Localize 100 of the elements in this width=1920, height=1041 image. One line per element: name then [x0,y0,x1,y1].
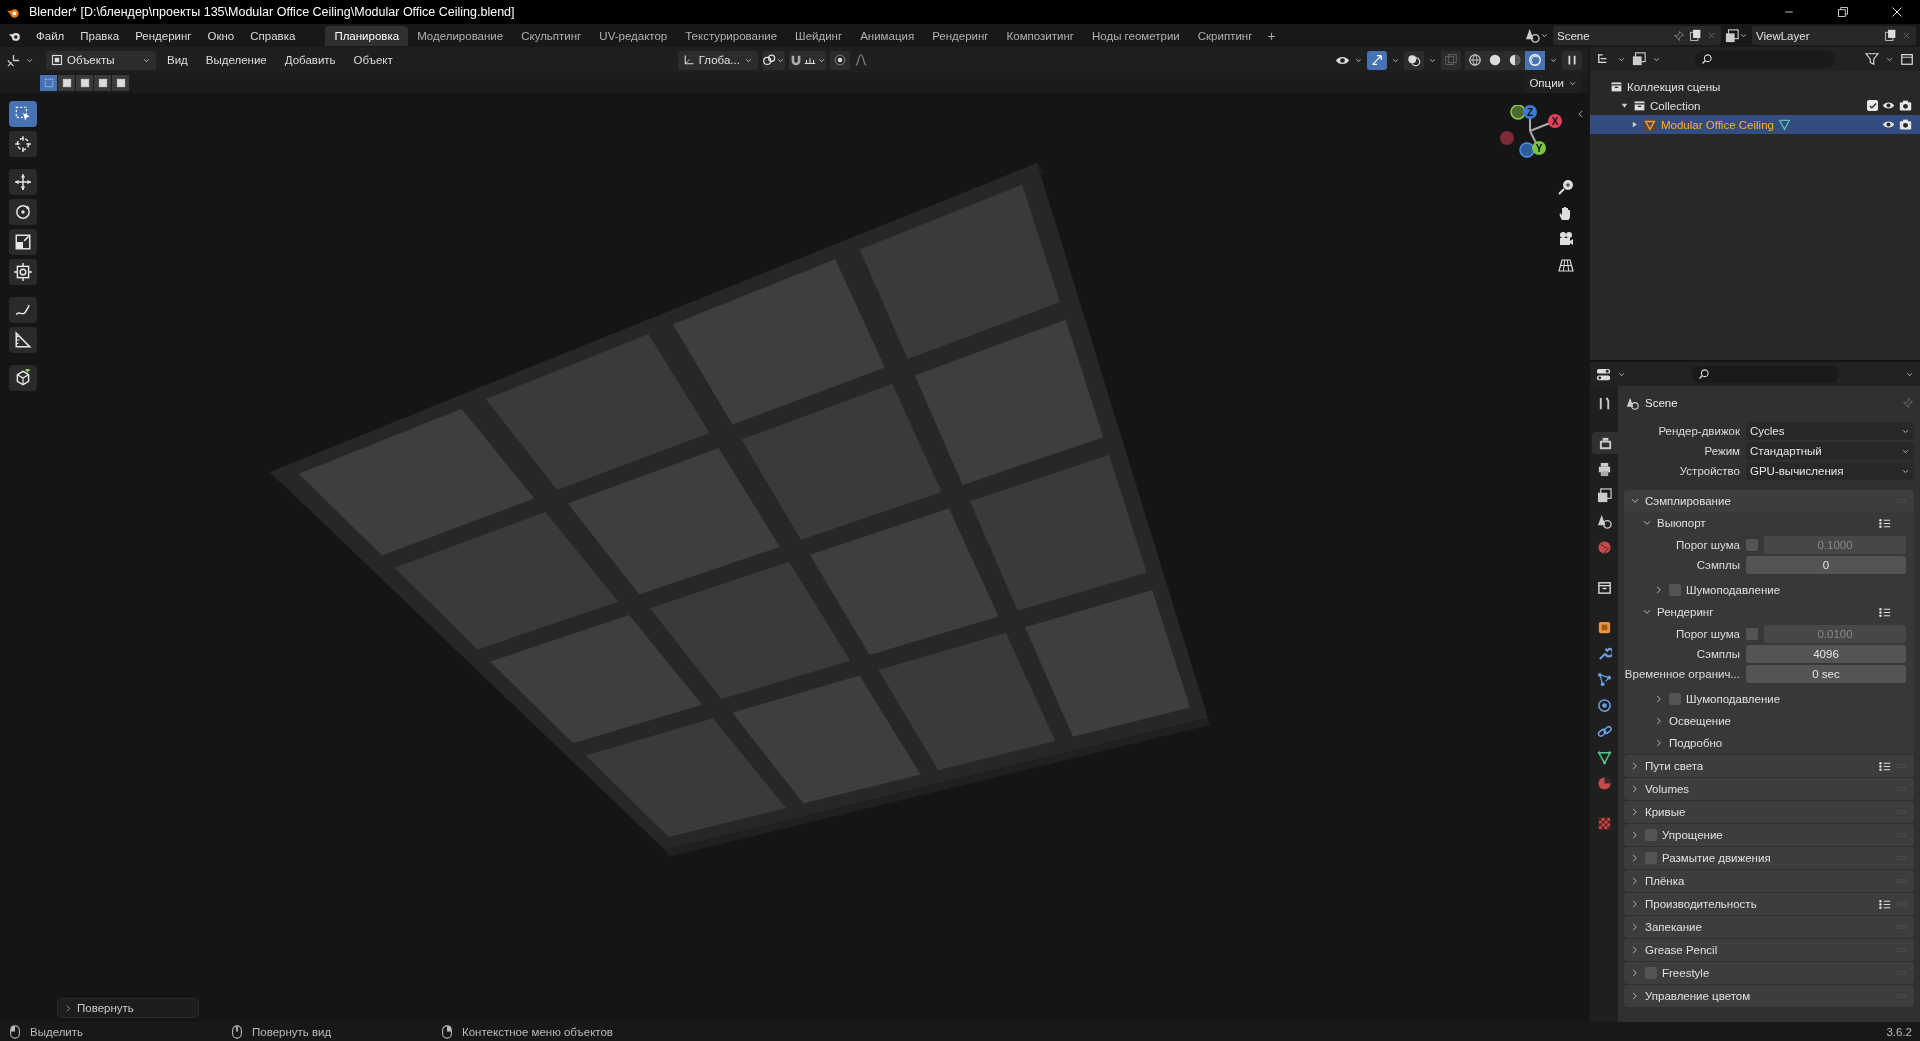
chevron-down-icon[interactable] [1630,496,1640,506]
number-field[interactable]: 4096 [1746,645,1906,663]
view-layer-icon[interactable] [1632,52,1646,66]
panel-title[interactable]: Шумоподавление [1686,693,1781,705]
view-layer-selector[interactable]: ViewLayer [1752,26,1916,45]
presets-list-icon[interactable] [1878,759,1891,773]
workspace-tab[interactable]: Анимация [851,25,924,46]
selected-row[interactable]: Modular Office Ceiling [1590,115,1920,134]
checkbox[interactable] [1867,100,1878,111]
panel-title[interactable]: Управление цветом [1645,990,1751,1002]
workspace-tab[interactable]: Планировка [325,25,409,46]
snap-button[interactable] [788,50,826,70]
chevron-right-icon[interactable] [1630,968,1640,978]
selection-mode-button[interactable] [76,75,93,91]
chevron-right-icon[interactable] [1630,922,1640,932]
menu-item[interactable]: Правка [72,29,128,42]
editor-type-icon[interactable] [6,52,21,68]
panel-header[interactable]: Производительность [1624,893,1914,915]
dropdown[interactable]: GPU-вычисления [1746,462,1914,480]
last-operator-panel[interactable]: Повернуть [57,998,199,1018]
chevron-right-icon[interactable] [1654,585,1664,595]
tool-button[interactable] [9,169,37,195]
workspace-tab[interactable]: Рендеринг [923,25,998,46]
workspace-tab[interactable]: Текстурирование [676,25,787,46]
tool-button[interactable] [9,327,37,353]
panel-title[interactable]: Запекание [1645,921,1702,933]
checkbox[interactable] [1669,584,1681,596]
expanded-arrow-icon[interactable] [1620,101,1629,110]
chevron-right-icon[interactable] [1654,738,1664,748]
menu-item[interactable]: Объект [346,54,400,66]
panel-header[interactable]: Освещение [1624,710,1914,732]
collapsed-arrow-icon[interactable] [1630,120,1639,129]
tree-label[interactable]: Collection [1650,99,1701,112]
new-collection-icon[interactable] [1900,52,1914,66]
eye-icon[interactable] [1882,118,1895,131]
tool-button[interactable] [9,365,37,391]
panel-title[interactable]: Выюпорт [1657,517,1706,529]
workspace-tab[interactable]: UV-редактор [590,25,677,46]
presets-list-icon[interactable] [1878,516,1891,530]
falloff-curve-icon[interactable] [853,53,868,67]
panel-header[interactable]: Рендеринг [1624,601,1914,623]
properties-editor-icon[interactable] [1596,366,1611,382]
add-workspace-button[interactable]: + [1261,27,1282,44]
menu-item[interactable]: Файл [28,29,73,42]
eye-icon[interactable] [1882,99,1895,112]
selection-mode-button[interactable] [112,75,129,91]
panel-title[interactable]: Упрощение [1662,829,1723,841]
panel-title[interactable]: Freestyle [1662,967,1710,979]
menu-item[interactable]: Окно [199,29,243,42]
panel-header[interactable]: Кривые [1624,801,1914,823]
overlays-toggle[interactable] [1404,50,1424,70]
tool-button[interactable] [9,131,37,157]
panel-title[interactable]: Шумоподавление [1686,584,1781,596]
tree-row[interactable]: Collection [1590,96,1920,115]
panel-title[interactable]: Рендеринг [1657,606,1714,618]
number-field[interactable]: 0 sec [1746,665,1906,683]
dropdown[interactable]: Cycles [1746,422,1914,440]
gizmo-toggle[interactable] [1367,50,1387,70]
panel-header[interactable]: Размытие движения [1624,847,1914,869]
chevron-right-icon[interactable] [1630,830,1640,840]
chevron-right-icon[interactable] [1630,784,1640,794]
orientation-dropdown[interactable]: Глоба... [677,50,758,70]
menu-item[interactable]: Справка [242,29,304,42]
navigation-gizmo[interactable]: Z X Y [1496,105,1580,167]
tool-button[interactable] [9,229,37,255]
selection-mode-button[interactable] [58,75,75,91]
panel-title[interactable]: Размытие движения [1662,852,1771,864]
number-field[interactable]: 0 [1746,556,1906,574]
panel-title[interactable]: Пути света [1645,760,1704,772]
filter-icon[interactable] [1865,52,1879,66]
panel-header[interactable]: Сэмплирование [1624,490,1914,512]
panel-header[interactable]: Плёнка [1624,870,1914,892]
panel-title[interactable]: Освещение [1669,715,1731,727]
chevron-right-icon[interactable] [1630,761,1640,771]
dropdown[interactable]: Стандартный [1746,442,1914,460]
proportional-edit-button[interactable] [829,50,850,70]
tool-button[interactable] [9,259,37,285]
menu-item[interactable]: Рендеринг [127,29,200,42]
panel-title[interactable]: Подробно [1669,737,1723,749]
tool-button[interactable] [9,101,37,127]
chevron-right-icon[interactable] [1630,945,1640,955]
xray-toggle[interactable] [1441,50,1461,70]
chevron-right-icon[interactable] [1630,899,1640,909]
presets-list-icon[interactable] [1878,897,1891,911]
panel-header[interactable]: Выюпорт [1624,512,1914,534]
scene-icon[interactable] [1525,28,1540,43]
chevron-right-icon[interactable] [1630,807,1640,817]
menu-item[interactable]: Выделение [198,54,274,66]
shading-mode-button[interactable] [1525,50,1545,70]
mode-dropdown[interactable]: Объекты [46,50,156,70]
panel-header[interactable]: Пути света [1624,755,1914,777]
shading-mode-button[interactable] [1505,50,1525,70]
panel-title[interactable]: Grease Pencil [1645,944,1718,956]
workspace-tab[interactable]: Моделирование [408,25,513,46]
workspace-tab[interactable]: Скульптинг [512,25,591,46]
pivot-button[interactable] [761,50,785,70]
camera-icon[interactable] [1558,231,1574,247]
shading-mode-button[interactable] [1465,50,1485,70]
panel-header[interactable]: Шумоподавление [1624,688,1914,710]
panel-header[interactable]: Управление цветом [1624,985,1914,1007]
